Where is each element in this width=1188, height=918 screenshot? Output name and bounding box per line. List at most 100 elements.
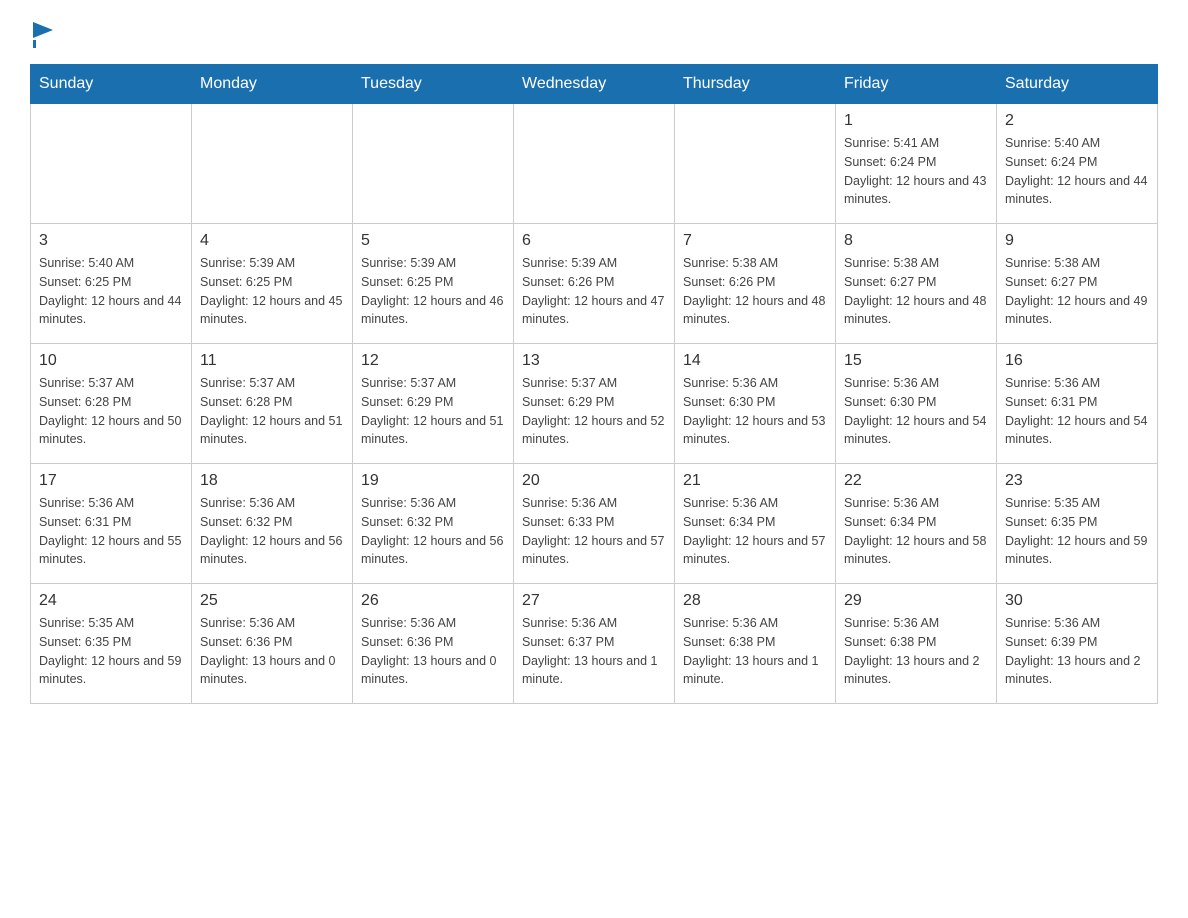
calendar-week-row: 10 Sunrise: 5:37 AMSunset: 6:28 PMDayligh… [31,344,1158,464]
day-info: Sunrise: 5:37 AMSunset: 6:29 PMDaylight:… [361,374,505,449]
day-info: Sunrise: 5:38 AMSunset: 6:26 PMDaylight:… [683,254,827,329]
calendar-cell: 21 Sunrise: 5:36 AMSunset: 6:34 PMDayligh… [675,464,836,584]
day-number: 6 [522,232,666,250]
calendar-cell: 10 Sunrise: 5:37 AMSunset: 6:28 PMDayligh… [31,344,192,464]
day-info: Sunrise: 5:36 AMSunset: 6:32 PMDaylight:… [361,494,505,569]
calendar-cell: 3 Sunrise: 5:40 AMSunset: 6:25 PMDaylight… [31,224,192,344]
day-number: 23 [1005,472,1149,490]
calendar-cell: 26 Sunrise: 5:36 AMSunset: 6:36 PMDayligh… [353,584,514,704]
day-number: 13 [522,352,666,370]
calendar-week-row: 17 Sunrise: 5:36 AMSunset: 6:31 PMDayligh… [31,464,1158,584]
calendar-week-row: 3 Sunrise: 5:40 AMSunset: 6:25 PMDaylight… [31,224,1158,344]
day-number: 26 [361,592,505,610]
day-number: 29 [844,592,988,610]
calendar-cell: 4Sunrise: 5:39 AMSunset: 6:25 PMDaylight… [192,224,353,344]
day-number: 8 [844,232,988,250]
day-number: 2 [1005,112,1149,130]
day-info: Sunrise: 5:39 AMSunset: 6:26 PMDaylight:… [522,254,666,329]
calendar-cell: 16 Sunrise: 5:36 AMSunset: 6:31 PMDayligh… [997,344,1158,464]
calendar-cell: 22 Sunrise: 5:36 AMSunset: 6:34 PMDayligh… [836,464,997,584]
day-number: 11 [200,352,344,370]
day-info: Sunrise: 5:38 AMSunset: 6:27 PMDaylight:… [1005,254,1149,329]
calendar-cell: 12Sunrise: 5:37 AMSunset: 6:29 PMDayligh… [353,344,514,464]
day-number: 28 [683,592,827,610]
calendar-cell: 30 Sunrise: 5:36 AMSunset: 6:39 PMDayligh… [997,584,1158,704]
logo [30,20,53,44]
day-info: Sunrise: 5:37 AMSunset: 6:29 PMDaylight:… [522,374,666,449]
day-number: 1 [844,112,988,130]
calendar-cell: 19 Sunrise: 5:36 AMSunset: 6:32 PMDayligh… [353,464,514,584]
day-number: 18 [200,472,344,490]
calendar-cell: 23 Sunrise: 5:35 AMSunset: 6:35 PMDayligh… [997,464,1158,584]
calendar-cell [31,104,192,224]
day-info: Sunrise: 5:36 AMSunset: 6:38 PMDaylight:… [844,614,988,689]
day-number: 20 [522,472,666,490]
day-info: Sunrise: 5:35 AMSunset: 6:35 PMDaylight:… [1005,494,1149,569]
day-info: Sunrise: 5:36 AMSunset: 6:37 PMDaylight:… [522,614,666,689]
day-number: 21 [683,472,827,490]
day-number: 15 [844,352,988,370]
day-number: 25 [200,592,344,610]
calendar-week-row: 1 Sunrise: 5:41 AMSunset: 6:24 PMDaylight… [31,104,1158,224]
day-info: Sunrise: 5:38 AMSunset: 6:27 PMDaylight:… [844,254,988,329]
calendar-cell: 7 Sunrise: 5:38 AMSunset: 6:26 PMDaylight… [675,224,836,344]
day-info: Sunrise: 5:37 AMSunset: 6:28 PMDaylight:… [200,374,344,449]
day-number: 3 [39,232,183,250]
weekday-header-wednesday: Wednesday [514,65,675,104]
calendar-table: SundayMondayTuesdayWednesdayThursdayFrid… [30,64,1158,704]
day-number: 27 [522,592,666,610]
calendar-cell: 24 Sunrise: 5:35 AMSunset: 6:35 PMDayligh… [31,584,192,704]
calendar-cell: 2 Sunrise: 5:40 AMSunset: 6:24 PMDaylight… [997,104,1158,224]
calendar-cell: 25 Sunrise: 5:36 AMSunset: 6:36 PMDayligh… [192,584,353,704]
day-info: Sunrise: 5:36 AMSunset: 6:31 PMDaylight:… [1005,374,1149,449]
calendar-cell [675,104,836,224]
day-number: 5 [361,232,505,250]
day-info: Sunrise: 5:36 AMSunset: 6:30 PMDaylight:… [844,374,988,449]
day-info: Sunrise: 5:35 AMSunset: 6:35 PMDaylight:… [39,614,183,689]
day-number: 19 [361,472,505,490]
weekday-header-monday: Monday [192,65,353,104]
page-header [30,20,1158,44]
weekday-header-saturday: Saturday [997,65,1158,104]
calendar-cell: 9 Sunrise: 5:38 AMSunset: 6:27 PMDaylight… [997,224,1158,344]
day-number: 30 [1005,592,1149,610]
calendar-cell: 11 Sunrise: 5:37 AMSunset: 6:28 PMDayligh… [192,344,353,464]
weekday-header-thursday: Thursday [675,65,836,104]
day-info: Sunrise: 5:39 AMSunset: 6:25 PMDaylight:… [361,254,505,329]
calendar-cell: 29 Sunrise: 5:36 AMSunset: 6:38 PMDayligh… [836,584,997,704]
day-number: 22 [844,472,988,490]
day-number: 9 [1005,232,1149,250]
day-info: Sunrise: 5:40 AMSunset: 6:24 PMDaylight:… [1005,134,1149,209]
calendar-cell: 6 Sunrise: 5:39 AMSunset: 6:26 PMDaylight… [514,224,675,344]
logo-flag-icon [33,22,53,48]
day-info: Sunrise: 5:36 AMSunset: 6:31 PMDaylight:… [39,494,183,569]
weekday-header-sunday: Sunday [31,65,192,104]
day-info: Sunrise: 5:36 AMSunset: 6:32 PMDaylight:… [200,494,344,569]
day-info: Sunrise: 5:37 AMSunset: 6:28 PMDaylight:… [39,374,183,449]
day-number: 10 [39,352,183,370]
calendar-cell: 15 Sunrise: 5:36 AMSunset: 6:30 PMDayligh… [836,344,997,464]
day-number: 16 [1005,352,1149,370]
day-info: Sunrise: 5:39 AMSunset: 6:25 PMDaylight:… [200,254,344,329]
day-info: Sunrise: 5:36 AMSunset: 6:36 PMDaylight:… [200,614,344,689]
day-info: Sunrise: 5:40 AMSunset: 6:25 PMDaylight:… [39,254,183,329]
day-number: 17 [39,472,183,490]
calendar-cell: 27 Sunrise: 5:36 AMSunset: 6:37 PMDayligh… [514,584,675,704]
calendar-cell: 17 Sunrise: 5:36 AMSunset: 6:31 PMDayligh… [31,464,192,584]
calendar-cell [192,104,353,224]
weekday-header-friday: Friday [836,65,997,104]
day-info: Sunrise: 5:36 AMSunset: 6:39 PMDaylight:… [1005,614,1149,689]
calendar-cell: 28Sunrise: 5:36 AMSunset: 6:38 PMDayligh… [675,584,836,704]
day-number: 7 [683,232,827,250]
day-info: Sunrise: 5:36 AMSunset: 6:36 PMDaylight:… [361,614,505,689]
calendar-cell: 5 Sunrise: 5:39 AMSunset: 6:25 PMDaylight… [353,224,514,344]
day-number: 24 [39,592,183,610]
day-info: Sunrise: 5:41 AMSunset: 6:24 PMDaylight:… [844,134,988,209]
calendar-cell [353,104,514,224]
calendar-cell: 1 Sunrise: 5:41 AMSunset: 6:24 PMDaylight… [836,104,997,224]
day-info: Sunrise: 5:36 AMSunset: 6:34 PMDaylight:… [844,494,988,569]
day-info: Sunrise: 5:36 AMSunset: 6:34 PMDaylight:… [683,494,827,569]
weekday-header-row: SundayMondayTuesdayWednesdayThursdayFrid… [31,65,1158,104]
calendar-week-row: 24 Sunrise: 5:35 AMSunset: 6:35 PMDayligh… [31,584,1158,704]
calendar-cell: 13 Sunrise: 5:37 AMSunset: 6:29 PMDayligh… [514,344,675,464]
